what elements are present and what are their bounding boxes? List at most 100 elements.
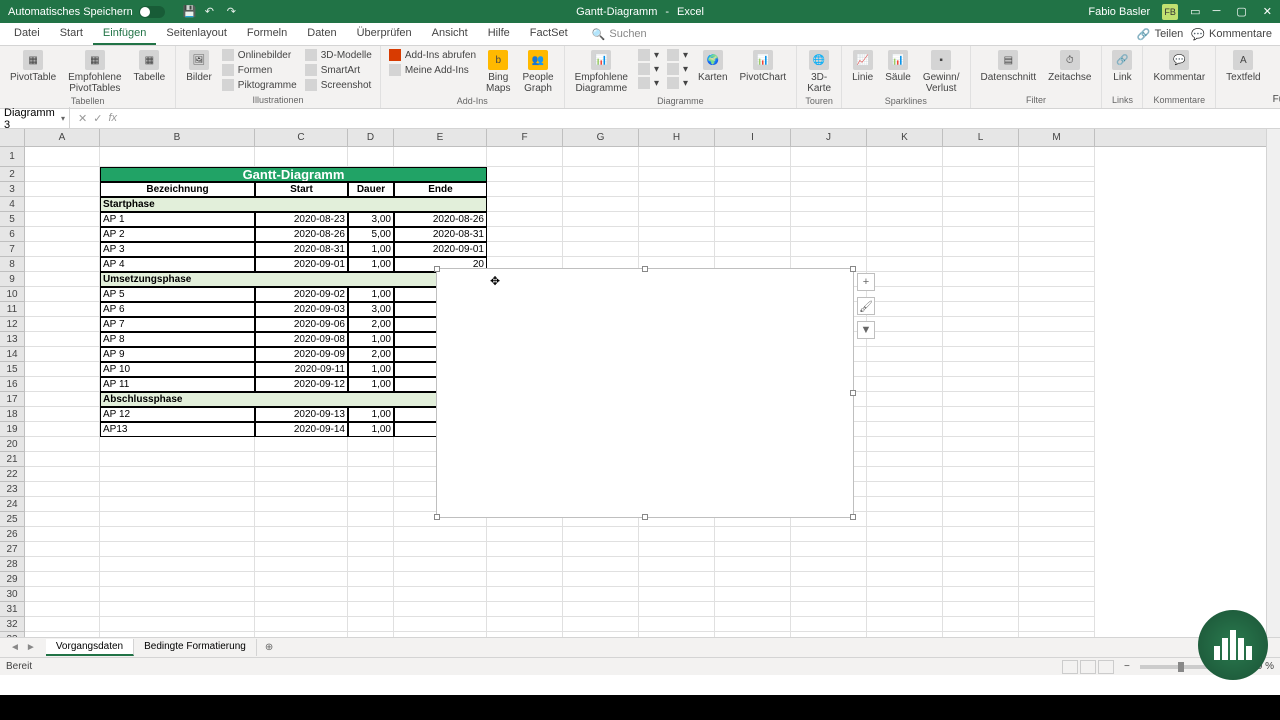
cell-L26[interactable] xyxy=(943,527,1019,542)
cell-M33[interactable] xyxy=(1019,632,1095,637)
cell-A28[interactable] xyxy=(25,557,100,572)
cell-G27[interactable] xyxy=(563,542,639,557)
cell-L20[interactable] xyxy=(943,437,1019,452)
cell-C27[interactable] xyxy=(255,542,348,557)
cell-H4[interactable] xyxy=(639,197,715,212)
col-header-K[interactable]: K xyxy=(867,129,943,146)
cell-H2[interactable] xyxy=(639,167,715,182)
cell-B18[interactable]: AP 12 xyxy=(100,407,255,422)
row-header-12[interactable]: 12 xyxy=(0,317,25,332)
cell-L11[interactable] xyxy=(943,302,1019,317)
cell-B5[interactable]: AP 1 xyxy=(100,212,255,227)
vertical-scrollbar[interactable] xyxy=(1266,129,1280,637)
cell-K16[interactable] xyxy=(867,377,943,392)
cell-E33[interactable] xyxy=(394,632,487,637)
cell-M29[interactable] xyxy=(1019,572,1095,587)
cell-A21[interactable] xyxy=(25,452,100,467)
cell-B4[interactable]: Startphase xyxy=(100,197,487,212)
cell-M18[interactable] xyxy=(1019,407,1095,422)
cell-K2[interactable] xyxy=(867,167,943,182)
cell-F29[interactable] xyxy=(487,572,563,587)
chart-filter-icon[interactable]: ▼ xyxy=(857,321,875,339)
cell-G5[interactable] xyxy=(563,212,639,227)
get-addins-button[interactable]: Add-Ins abrufen xyxy=(387,48,478,62)
cell-H26[interactable] xyxy=(639,527,715,542)
cell-D3[interactable]: Dauer xyxy=(348,182,394,197)
cell-K22[interactable] xyxy=(867,467,943,482)
shapes-button[interactable]: Formen xyxy=(220,63,299,77)
cell-B30[interactable] xyxy=(100,587,255,602)
row-header-8[interactable]: 8 xyxy=(0,257,25,272)
view-layout-button[interactable] xyxy=(1080,660,1096,674)
cell-M20[interactable] xyxy=(1019,437,1095,452)
slicer-button[interactable]: ▤Datenschnitt xyxy=(977,48,1041,85)
cell-J27[interactable] xyxy=(791,542,867,557)
cell-K9[interactable] xyxy=(867,272,943,287)
row-header-15[interactable]: 15 xyxy=(0,362,25,377)
cell-D25[interactable] xyxy=(348,512,394,527)
cell-M11[interactable] xyxy=(1019,302,1095,317)
cell-C32[interactable] xyxy=(255,617,348,632)
cell-D5[interactable]: 3,00 xyxy=(348,212,394,227)
cell-C29[interactable] xyxy=(255,572,348,587)
cell-C6[interactable]: 2020-08-26 xyxy=(255,227,348,242)
cell-G6[interactable] xyxy=(563,227,639,242)
cell-M4[interactable] xyxy=(1019,197,1095,212)
cell-D29[interactable] xyxy=(348,572,394,587)
cell-B13[interactable]: AP 8 xyxy=(100,332,255,347)
cell-I3[interactable] xyxy=(715,182,791,197)
cell-B1[interactable] xyxy=(100,147,255,167)
user-avatar[interactable]: FB xyxy=(1162,4,1178,20)
sparkline-column-button[interactable]: 📊Säule xyxy=(881,48,915,85)
ribbon-tab-start[interactable]: Start xyxy=(50,23,93,45)
ribbon-tab-datei[interactable]: Datei xyxy=(4,23,50,45)
cell-D21[interactable] xyxy=(348,452,394,467)
cell-A4[interactable] xyxy=(25,197,100,212)
cell-B23[interactable] xyxy=(100,482,255,497)
cell-B3[interactable]: Bezeichnung xyxy=(100,182,255,197)
sheet-tab-1[interactable]: Bedingte Formatierung xyxy=(134,639,257,656)
cell-M17[interactable] xyxy=(1019,392,1095,407)
cell-F5[interactable] xyxy=(487,212,563,227)
row-header-32[interactable]: 32 xyxy=(0,617,25,632)
cell-L15[interactable] xyxy=(943,362,1019,377)
close-icon[interactable]: ✕ xyxy=(1263,5,1272,18)
cell-J7[interactable] xyxy=(791,242,867,257)
cell-L25[interactable] xyxy=(943,512,1019,527)
cell-L33[interactable] xyxy=(943,632,1019,637)
header-footer-button[interactable]: ▤Kopf- und Fußzeile xyxy=(1269,48,1280,107)
cell-G30[interactable] xyxy=(563,587,639,602)
cell-E30[interactable] xyxy=(394,587,487,602)
cell-L19[interactable] xyxy=(943,422,1019,437)
ribbon-tab-überprüfen[interactable]: Überprüfen xyxy=(347,23,422,45)
view-pagebreak-button[interactable] xyxy=(1098,660,1114,674)
cell-A7[interactable] xyxy=(25,242,100,257)
cell-M15[interactable] xyxy=(1019,362,1095,377)
row-header-9[interactable]: 9 xyxy=(0,272,25,287)
cell-A25[interactable] xyxy=(25,512,100,527)
cell-J26[interactable] xyxy=(791,527,867,542)
smartart-button[interactable]: SmartArt xyxy=(303,63,374,77)
cell-D33[interactable] xyxy=(348,632,394,637)
pictures-button[interactable]: 🖼Bilder xyxy=(182,48,216,85)
cell-H31[interactable] xyxy=(639,602,715,617)
cell-D30[interactable] xyxy=(348,587,394,602)
cell-D13[interactable]: 1,00 xyxy=(348,332,394,347)
cell-G28[interactable] xyxy=(563,557,639,572)
cell-K10[interactable] xyxy=(867,287,943,302)
cell-A14[interactable] xyxy=(25,347,100,362)
cell-L21[interactable] xyxy=(943,452,1019,467)
cell-B22[interactable] xyxy=(100,467,255,482)
cell-J30[interactable] xyxy=(791,587,867,602)
cell-J1[interactable] xyxy=(791,147,867,167)
cell-C30[interactable] xyxy=(255,587,348,602)
col-header-G[interactable]: G xyxy=(563,129,639,146)
cell-L9[interactable] xyxy=(943,272,1019,287)
cell-F4[interactable] xyxy=(487,197,563,212)
cell-I4[interactable] xyxy=(715,197,791,212)
cell-A27[interactable] xyxy=(25,542,100,557)
row-header-4[interactable]: 4 xyxy=(0,197,25,212)
cell-C11[interactable]: 2020-09-03 xyxy=(255,302,348,317)
cell-K12[interactable] xyxy=(867,317,943,332)
cell-I33[interactable] xyxy=(715,632,791,637)
